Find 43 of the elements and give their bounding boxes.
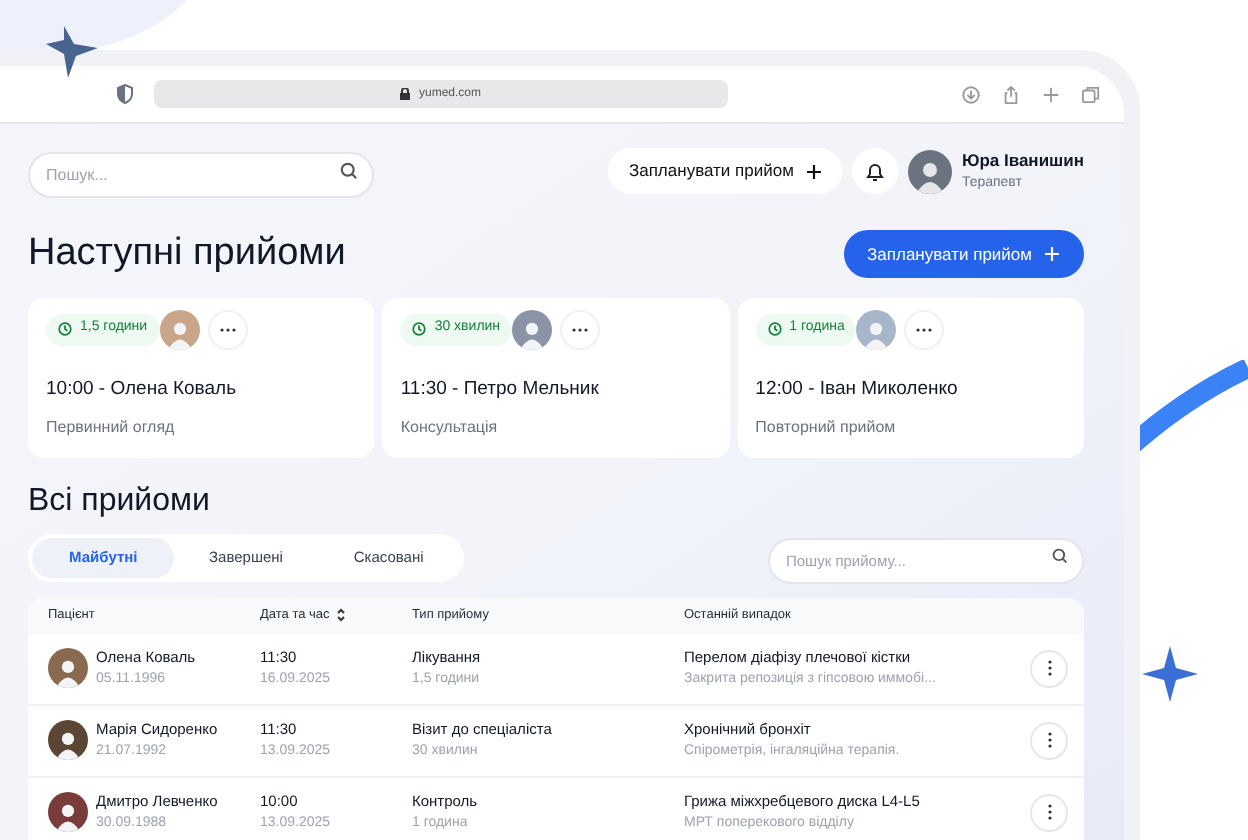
notification-button[interactable] [851, 148, 898, 194]
section-title: Наступні прийоми [28, 230, 346, 278]
appointment-type: Повторний прийом [755, 415, 898, 440]
share-icon[interactable] [1002, 85, 1020, 103]
download-icon[interactable] [962, 85, 980, 103]
plus-icon[interactable] [1042, 85, 1060, 103]
plus-icon [805, 163, 822, 179]
star-icon [1140, 644, 1200, 704]
avatar [856, 309, 897, 349]
avatar [48, 648, 88, 688]
sort-icon[interactable] [335, 608, 346, 622]
more-button[interactable] [1030, 793, 1068, 831]
lock-icon [400, 88, 411, 100]
clock-icon [412, 322, 427, 336]
schedule-button[interactable]: Запланувати прийом [608, 148, 842, 194]
appointment-type: Консультація [400, 415, 500, 440]
avatar [159, 309, 200, 349]
appointment-title: 11:30 - Петро Мельник [400, 375, 601, 403]
more-button[interactable] [1030, 721, 1068, 759]
search-field[interactable]: Пошук... [28, 152, 374, 198]
more-button[interactable] [1030, 649, 1068, 687]
more-button[interactable] [560, 309, 601, 349]
user-name: Юра Іванишин [961, 152, 1084, 170]
shield-icon[interactable] [116, 84, 134, 104]
bell-icon [865, 161, 884, 181]
plus-icon [1044, 246, 1060, 263]
clock-icon [767, 322, 782, 336]
more-button[interactable] [904, 309, 945, 349]
section-title: Всі прийоми [28, 481, 212, 521]
avatar [48, 720, 88, 760]
tabs-icon[interactable] [1082, 85, 1100, 103]
appointment-title: 10:00 - Олена Коваль [46, 375, 239, 403]
search-icon [1052, 548, 1068, 564]
schedule-button[interactable]: Запланувати прийом [843, 230, 1084, 279]
search-icon [340, 162, 358, 180]
appointment-type: Первинний огляд [46, 415, 177, 440]
more-button[interactable] [207, 309, 248, 349]
user-avatar[interactable] [907, 149, 952, 193]
avatar [512, 309, 553, 349]
star-icon [44, 24, 100, 80]
appointment-title: 12:00 - Іван Миколенко [755, 375, 960, 403]
clock-icon [58, 322, 72, 336]
avatar [48, 792, 88, 832]
